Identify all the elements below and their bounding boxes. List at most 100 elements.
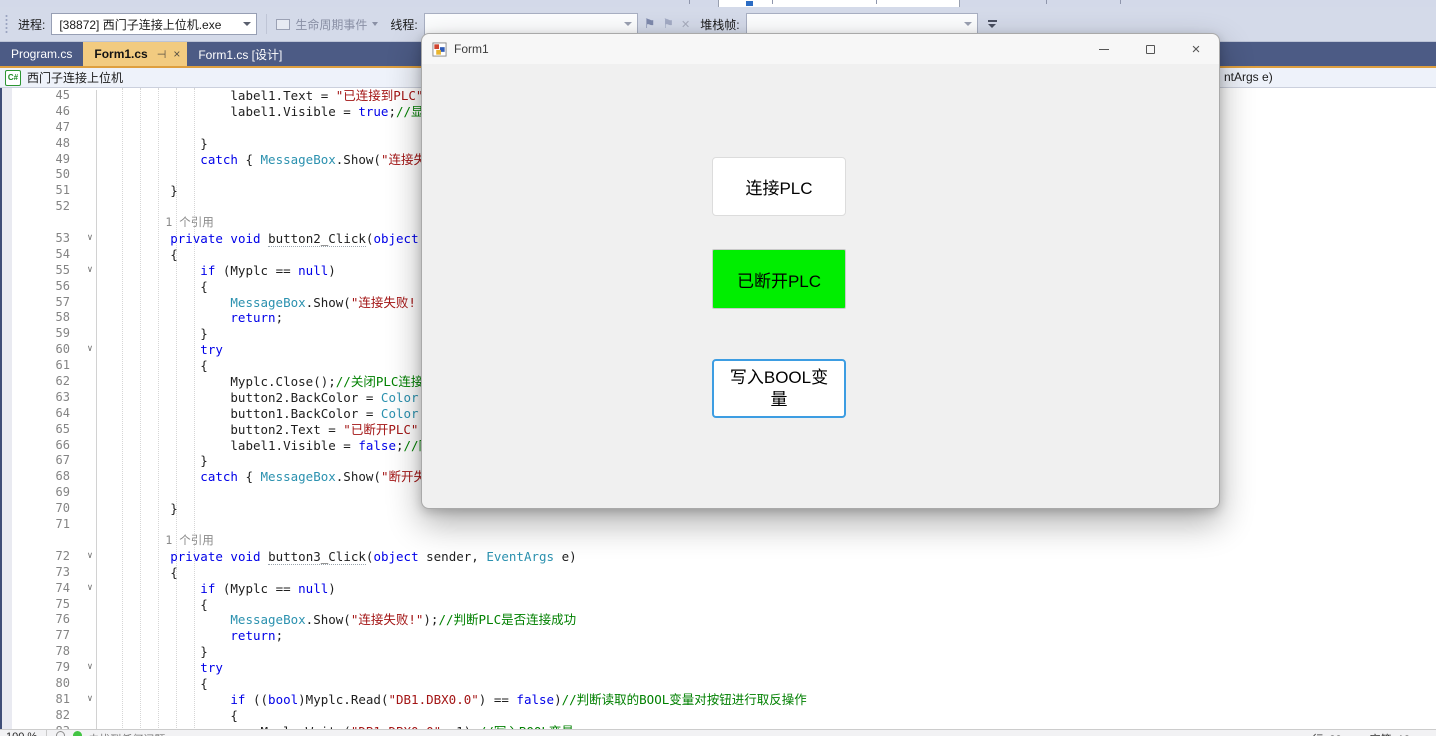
fold-margin — [70, 597, 110, 613]
fold-margin — [70, 612, 110, 628]
tab-label: Program.cs — [11, 47, 72, 61]
flag-multi-icon[interactable]: ⚑ — [662, 16, 674, 32]
line-number: 62 — [0, 374, 70, 390]
tab-form1-cs-design[interactable]: Form1.cs [设计] — [187, 42, 293, 66]
line-number: 81 — [0, 692, 70, 708]
code-text: } — [110, 453, 208, 469]
code-text: } — [110, 326, 208, 342]
flag-icon[interactable]: ⚑ — [644, 16, 656, 32]
fold-margin — [70, 136, 110, 152]
fold-margin — [70, 326, 110, 342]
toolbar-fragment — [689, 0, 690, 4]
code-text: { — [110, 676, 208, 692]
process-dropdown[interactable]: [38872] 西门子连接上位机.exe — [51, 13, 257, 35]
code-text: MessageBox.Show("连接失败!");//判断PLC是否连接成功 — [110, 612, 576, 628]
filter-threads-icon[interactable]: ✕ — [681, 18, 690, 31]
fold-margin — [70, 167, 110, 183]
code-text: try — [110, 660, 223, 676]
thread-flag-buttons: ⚑ ⚑ ✕ — [644, 16, 691, 32]
overflow-bar-icon — [988, 20, 997, 22]
caret-position: 行: 83 字符: 13 — [1312, 731, 1410, 736]
toolbar-overflow-button[interactable] — [988, 20, 997, 28]
pin-icon[interactable]: ⊣ — [157, 48, 167, 61]
close-icon[interactable]: × — [173, 47, 180, 61]
code-text: catch { MessageBox.Show("连接失 — [110, 152, 426, 168]
toolbar-grip-handle[interactable] — [4, 14, 9, 34]
health-circle-icon[interactable] — [56, 731, 65, 736]
line-number: 52 — [0, 199, 70, 215]
fold-margin — [70, 533, 110, 549]
code-line[interactable]: 82{ — [0, 708, 1436, 724]
code-text: 1 个引用 — [110, 215, 214, 231]
write-bool-button[interactable]: 写入BOOL变量 — [712, 359, 846, 418]
separator — [46, 730, 47, 736]
tab-form1-cs[interactable]: Form1.cs ⊣ × — [83, 42, 187, 66]
line-number: 68 — [0, 469, 70, 485]
code-text: label1.Visible = false;//隐 — [110, 438, 431, 454]
minimize-button[interactable] — [1081, 34, 1127, 64]
stackframe-dropdown[interactable] — [746, 13, 978, 35]
tab-label: Form1.cs — [94, 47, 147, 61]
winforms-app-icon — [432, 42, 447, 57]
fold-margin — [70, 422, 110, 438]
code-line[interactable]: 71 — [0, 517, 1436, 533]
line-number: 58 — [0, 310, 70, 326]
toolbar-fragment — [1046, 0, 1047, 4]
line-number: 72 — [0, 549, 70, 565]
code-line[interactable]: 72∨private void button3_Click(object sen… — [0, 549, 1436, 565]
health-text: 未找到任何问题 — [88, 731, 165, 736]
line-number: 77 — [0, 628, 70, 644]
code-text: { — [110, 565, 178, 581]
line-number: 53 — [0, 231, 70, 247]
fold-margin — [70, 517, 110, 533]
project-dropdown[interactable]: 西门子连接上位机 — [27, 69, 123, 86]
code-line[interactable]: 78} — [0, 644, 1436, 660]
line-number: 74 — [0, 581, 70, 597]
fold-margin — [70, 104, 110, 120]
code-text: if (Myplc == null) — [110, 263, 336, 279]
tab-program-cs[interactable]: Program.cs — [0, 42, 83, 66]
line-number: 48 — [0, 136, 70, 152]
csharp-project-icon: C# — [5, 70, 21, 86]
line-number: 70 — [0, 501, 70, 517]
code-line[interactable]: 80{ — [0, 676, 1436, 692]
code-text: MessageBox.Show("连接失败! — [110, 295, 416, 311]
code-line[interactable]: 77return; — [0, 628, 1436, 644]
zoom-level-dropdown[interactable]: 100 % — [6, 731, 37, 736]
line-number: 66 — [0, 438, 70, 454]
code-line[interactable]: 76MessageBox.Show("连接失败!");//判断PLC是否连接成功 — [0, 612, 1436, 628]
code-line[interactable]: 73{ — [0, 565, 1436, 581]
code-line[interactable]: 79∨try — [0, 660, 1436, 676]
line-number: 67 — [0, 453, 70, 469]
code-text: { — [110, 358, 208, 374]
line-number: 57 — [0, 295, 70, 311]
fold-margin — [70, 628, 110, 644]
chevron-down-icon — [243, 22, 251, 26]
fold-collapse-icon[interactable]: ∨ — [70, 692, 110, 708]
code-line[interactable]: 74∨if (Myplc == null) — [0, 581, 1436, 597]
line-number: 56 — [0, 279, 70, 295]
close-button[interactable]: × — [1173, 34, 1219, 64]
fold-margin — [70, 358, 110, 374]
code-text: { — [110, 708, 238, 724]
disconnect-plc-button[interactable]: 已断开PLC — [712, 249, 846, 309]
connect-plc-button[interactable]: 连接PLC — [712, 157, 846, 216]
fold-collapse-icon[interactable]: ∨ — [70, 549, 110, 565]
fold-collapse-icon[interactable]: ∨ — [70, 342, 110, 358]
fold-collapse-icon[interactable]: ∨ — [70, 660, 110, 676]
code-line[interactable]: 81∨if ((bool)Myplc.Read("DB1.DBX0.0") ==… — [0, 692, 1436, 708]
fold-collapse-icon[interactable]: ∨ — [70, 263, 110, 279]
codelens-row[interactable]: 1 个引用 — [0, 533, 1436, 549]
thread-dropdown[interactable] — [424, 13, 638, 35]
top-toolbar-sliver — [0, 0, 1436, 7]
fold-collapse-icon[interactable]: ∨ — [70, 581, 110, 597]
fold-collapse-icon[interactable]: ∨ — [70, 231, 110, 247]
lifecycle-events-button[interactable]: 生命周期事件 — [276, 16, 378, 33]
form1-titlebar[interactable]: Form1 × — [422, 34, 1219, 64]
toolbar-fragment — [1120, 0, 1121, 4]
maximize-button[interactable] — [1127, 34, 1173, 64]
member-dropdown-partial[interactable]: ntArgs e) — [1224, 70, 1273, 84]
fold-margin — [70, 469, 110, 485]
fold-margin — [70, 152, 110, 168]
code-line[interactable]: 75{ — [0, 597, 1436, 613]
